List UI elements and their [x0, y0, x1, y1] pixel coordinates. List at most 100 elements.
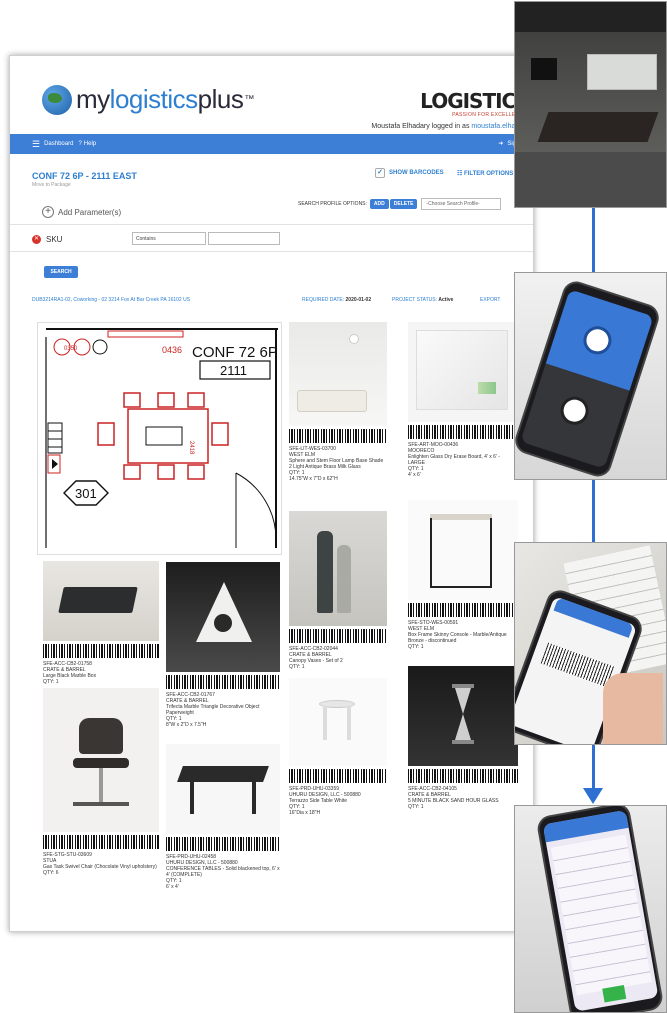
product-size: 14.75"W x 7"D x 62"H	[289, 476, 338, 482]
project-info-row: DUB3214RA1-02, Coworking - 02 3214 Fox A…	[32, 297, 532, 303]
sku-value-input[interactable]	[208, 232, 280, 245]
project-status-label: PROJECT STATUS:	[392, 297, 438, 303]
product-image	[43, 561, 159, 641]
product-qty: QTY: 1	[43, 679, 59, 685]
room-number: 2111	[220, 363, 247, 378]
filter-icon: ☷	[457, 171, 465, 177]
tag-left: 0436	[162, 345, 182, 355]
nav-dashboard[interactable]: Dashboard	[44, 141, 73, 147]
product-image	[408, 666, 518, 766]
export-button[interactable]: EXPORT	[480, 297, 500, 303]
operator-select[interactable]: Contains	[132, 232, 206, 245]
product-description: Trifecta Marble Triangle Decorative Obje…	[166, 704, 260, 716]
barcode	[43, 835, 159, 849]
globe-icon	[42, 84, 72, 115]
top-navbar: ☰ Dashboard ? Help ➜Sign Ou	[10, 134, 533, 154]
hamburger-menu-icon[interactable]: ☰	[32, 139, 40, 150]
required-date: REQUIRED DATE: 2020-01-02	[302, 297, 371, 303]
barcode	[43, 644, 159, 658]
conference-room-photo	[514, 1, 667, 208]
product-image	[166, 744, 280, 834]
product-item[interactable]: SFE-ACC-CB2-02044 CRATE & BARREL Canopy …	[289, 511, 387, 670]
product-item[interactable]: SFE-ACC-CB2-04105 CRATE & BARREL 5 MINUT…	[408, 666, 518, 810]
product-item[interactable]: SFE-ACC-CB2-01767 CRATE & BARREL Trifect…	[166, 562, 280, 728]
logged-in-status: Moustafa Elhadary logged in as moustafa.…	[371, 123, 529, 130]
hex-label: 301	[75, 486, 97, 501]
product-item[interactable]: SFE-ACC-CB2-01758 CRATE & BARREL Large B…	[43, 561, 159, 685]
product-image	[166, 562, 280, 672]
search-profile-select[interactable]: -Choose Search Profile-	[421, 198, 502, 210]
remove-filter-icon[interactable]: ✕	[32, 235, 41, 244]
product-qty: QTY: 6	[43, 870, 59, 876]
sku-label: SKU	[46, 235, 63, 244]
phone-app-menu-photo	[514, 272, 667, 480]
logged-in-text: Moustafa Elhadary logged in as	[371, 123, 472, 130]
logistics-plus-logo: LOGISTICS	[420, 89, 530, 113]
product-item[interactable]: SFE-PRD-UHU-02458 UHURU DESIGN, LLC - 50…	[166, 744, 280, 890]
product-qty: QTY: 1	[408, 804, 424, 810]
tag-mid: 0350	[64, 346, 78, 352]
product-image	[289, 511, 387, 626]
barcode	[289, 769, 387, 783]
app-screenshot: my logistics plus ™ LOGISTICS PASSION FOR E…	[9, 55, 534, 932]
barcode	[166, 837, 280, 851]
project-address-link[interactable]: DUB3214RA1-02, Coworking - 02 3214 Fox A…	[32, 297, 190, 303]
help-icon[interactable]: ?	[78, 141, 81, 147]
product-item[interactable]: SFE-STO-WES-00591 WEST ELM Box Frame Ski…	[408, 500, 518, 650]
filter-options-label: FILTER OPTIONS	[464, 171, 514, 177]
filter-options-button[interactable]: ☷ FILTER OPTIONS	[457, 170, 513, 177]
add-parameter-button[interactable]: + Add Parameter(s)	[42, 206, 121, 218]
room-name: CONF 72 6P	[192, 344, 278, 361]
project-title: CONF 72 6P - 2111 EAST	[32, 171, 137, 181]
required-date-label: REQUIRED DATE:	[302, 297, 345, 303]
search-profile-options: SEARCH PROFILE OPTIONS: ADD DELETE -Choo…	[298, 198, 502, 210]
product-qty: QTY: 1	[408, 644, 424, 650]
phone	[535, 806, 665, 1012]
mylogisticsplus-logo: my logistics plus ™	[42, 84, 254, 115]
flow-arrow-segment	[592, 745, 595, 790]
product-size: 16"Dia x 18"H	[289, 810, 321, 816]
product-description: Box Frame Skinny Console - Marble/Antiqu…	[408, 632, 507, 644]
show-barcodes-toggle[interactable]: ✓ SHOW BARCODES	[375, 168, 444, 178]
table-dim: 2418	[188, 441, 194, 455]
logo-text-suffix: plus	[197, 84, 244, 114]
product-image	[289, 678, 387, 766]
nav-help[interactable]: Help	[84, 141, 96, 147]
barcode	[408, 769, 518, 783]
product-item[interactable]: SFE-ART-MOO-00436 MOORECO Enlighten Glas…	[408, 322, 518, 478]
product-description: Sphere and Stem Floor Lamp Base Shade 2 …	[289, 458, 384, 470]
search-profile-label: SEARCH PROFILE OPTIONS:	[298, 201, 367, 207]
product-description: Enlighten Glass Dry Erase Board, 4' x 6'…	[408, 454, 500, 466]
floor-plan-svg: 0436 CONF 72 6P 2111 0350 2418 301	[45, 328, 278, 548]
composite-image: my logistics plus ™ LOGISTICS PASSION FOR E…	[0, 0, 667, 1013]
phone	[515, 277, 663, 479]
product-item[interactable]: SFE-LIT-WES-03700 WEST ELM Sphere and St…	[289, 322, 387, 482]
product-image	[408, 322, 518, 422]
barcode	[408, 425, 518, 439]
move-to-package-link[interactable]: Move to Package	[32, 182, 71, 188]
product-image	[289, 322, 387, 426]
barcode	[166, 675, 280, 689]
required-date-value: 2020-01-02	[345, 297, 372, 303]
phone-task-list-photo	[514, 805, 667, 1013]
project-status: PROJECT STATUS: Active	[392, 297, 453, 303]
delete-profile-button[interactable]: DELETE	[389, 199, 418, 209]
product-size: 6' x 4'	[166, 884, 179, 890]
flow-arrow-segment	[592, 208, 595, 278]
checkbox-icon[interactable]: ✓	[375, 168, 385, 178]
barcode	[289, 629, 387, 643]
product-item[interactable]: SFE-PRD-UHU-03359 UHURU DESIGN, LLC - 50…	[289, 678, 387, 816]
add-parameter-label: Add Parameter(s)	[58, 207, 122, 217]
floor-plan-drawing: 0436 CONF 72 6P 2111 0350 2418 301	[37, 322, 282, 555]
logo-text-mid: logistics	[109, 84, 198, 114]
product-image	[43, 688, 159, 832]
barcode	[408, 603, 518, 617]
product-item[interactable]: SFE-STG-STU-03609 STUA Gas Task Swivel C…	[43, 688, 159, 876]
product-description: Gas Task Swivel Chair (Chocolate Vinyl u…	[43, 864, 157, 870]
product-qty: QTY: 1	[289, 664, 305, 670]
product-size: 8"W x 2"D x 7.5"H	[166, 722, 207, 728]
search-button[interactable]: SEARCH	[44, 266, 78, 278]
show-barcodes-label: SHOW BARCODES	[389, 170, 444, 176]
add-profile-button[interactable]: ADD	[369, 199, 389, 209]
product-image	[408, 500, 518, 600]
